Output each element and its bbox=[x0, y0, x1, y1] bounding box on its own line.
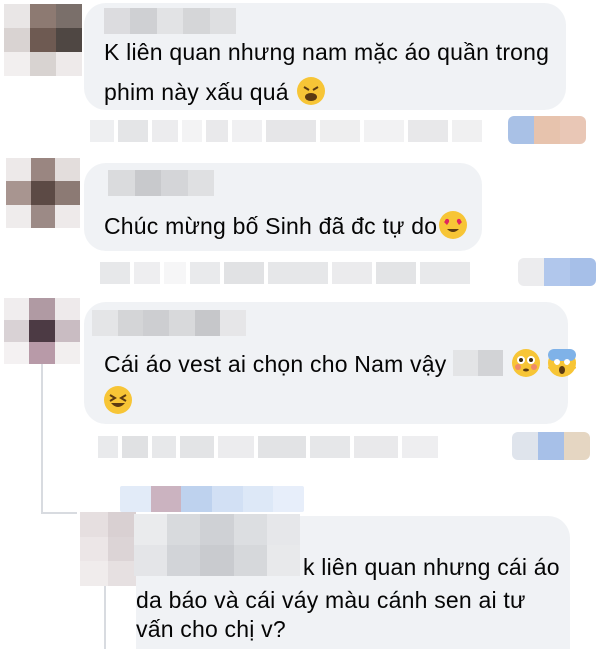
reply-thread-line bbox=[41, 512, 77, 514]
comment-text bbox=[104, 382, 132, 420]
comment-line: k liên quan nhưng cái áo bbox=[303, 554, 560, 580]
avatar[interactable] bbox=[80, 512, 136, 586]
comment-actions-blurred[interactable] bbox=[98, 436, 438, 458]
commenter-name-blurred[interactable] bbox=[104, 8, 237, 34]
reaction-summary-blurred[interactable] bbox=[518, 258, 596, 286]
comment-actions-blurred[interactable] bbox=[100, 262, 470, 284]
comment-text: Cái áo vest ai chọn cho Nam vậy bbox=[104, 345, 577, 383]
screaming-face-icon bbox=[548, 349, 577, 377]
heart-eyes-face-icon bbox=[439, 211, 468, 239]
comment-line: K liên quan nhưng nam mặc áo quần trong bbox=[104, 39, 550, 65]
commenter-name-blurred[interactable] bbox=[92, 310, 247, 336]
avatar[interactable] bbox=[6, 158, 80, 228]
comment-line: Chúc mừng bố Sinh đã đc tự do bbox=[104, 213, 438, 239]
comment-text: vấn cho chị v? bbox=[136, 610, 286, 648]
reaction-summary-blurred[interactable] bbox=[508, 116, 586, 144]
commenter-name-blurred[interactable] bbox=[108, 170, 214, 196]
reply-thread-line bbox=[41, 364, 43, 514]
comment-line: phim này xấu quá bbox=[104, 79, 289, 105]
flushed-face-icon bbox=[511, 349, 540, 377]
reaction-summary-blurred[interactable] bbox=[512, 432, 590, 460]
comment-line: vấn cho chị v? bbox=[136, 616, 286, 642]
reply-thread-line bbox=[104, 586, 106, 649]
comment-text: phim này xấu quá bbox=[104, 73, 326, 111]
comment-text: K liên quan nhưng nam mặc áo quần trong bbox=[104, 33, 549, 71]
commenter-name-blurred[interactable] bbox=[134, 514, 300, 576]
comment-text: Chúc mừng bố Sinh đã đc tự do bbox=[104, 207, 468, 245]
avatar[interactable] bbox=[4, 298, 80, 364]
view-replies-blurred[interactable] bbox=[120, 486, 304, 512]
laughing-face-icon bbox=[104, 386, 132, 414]
redacted-text bbox=[453, 350, 504, 376]
comment-actions-blurred[interactable] bbox=[90, 120, 482, 142]
avatar[interactable] bbox=[4, 4, 82, 76]
weary-face-icon bbox=[297, 77, 326, 105]
comment-line: Cái áo vest ai chọn cho Nam vậy bbox=[104, 351, 447, 377]
